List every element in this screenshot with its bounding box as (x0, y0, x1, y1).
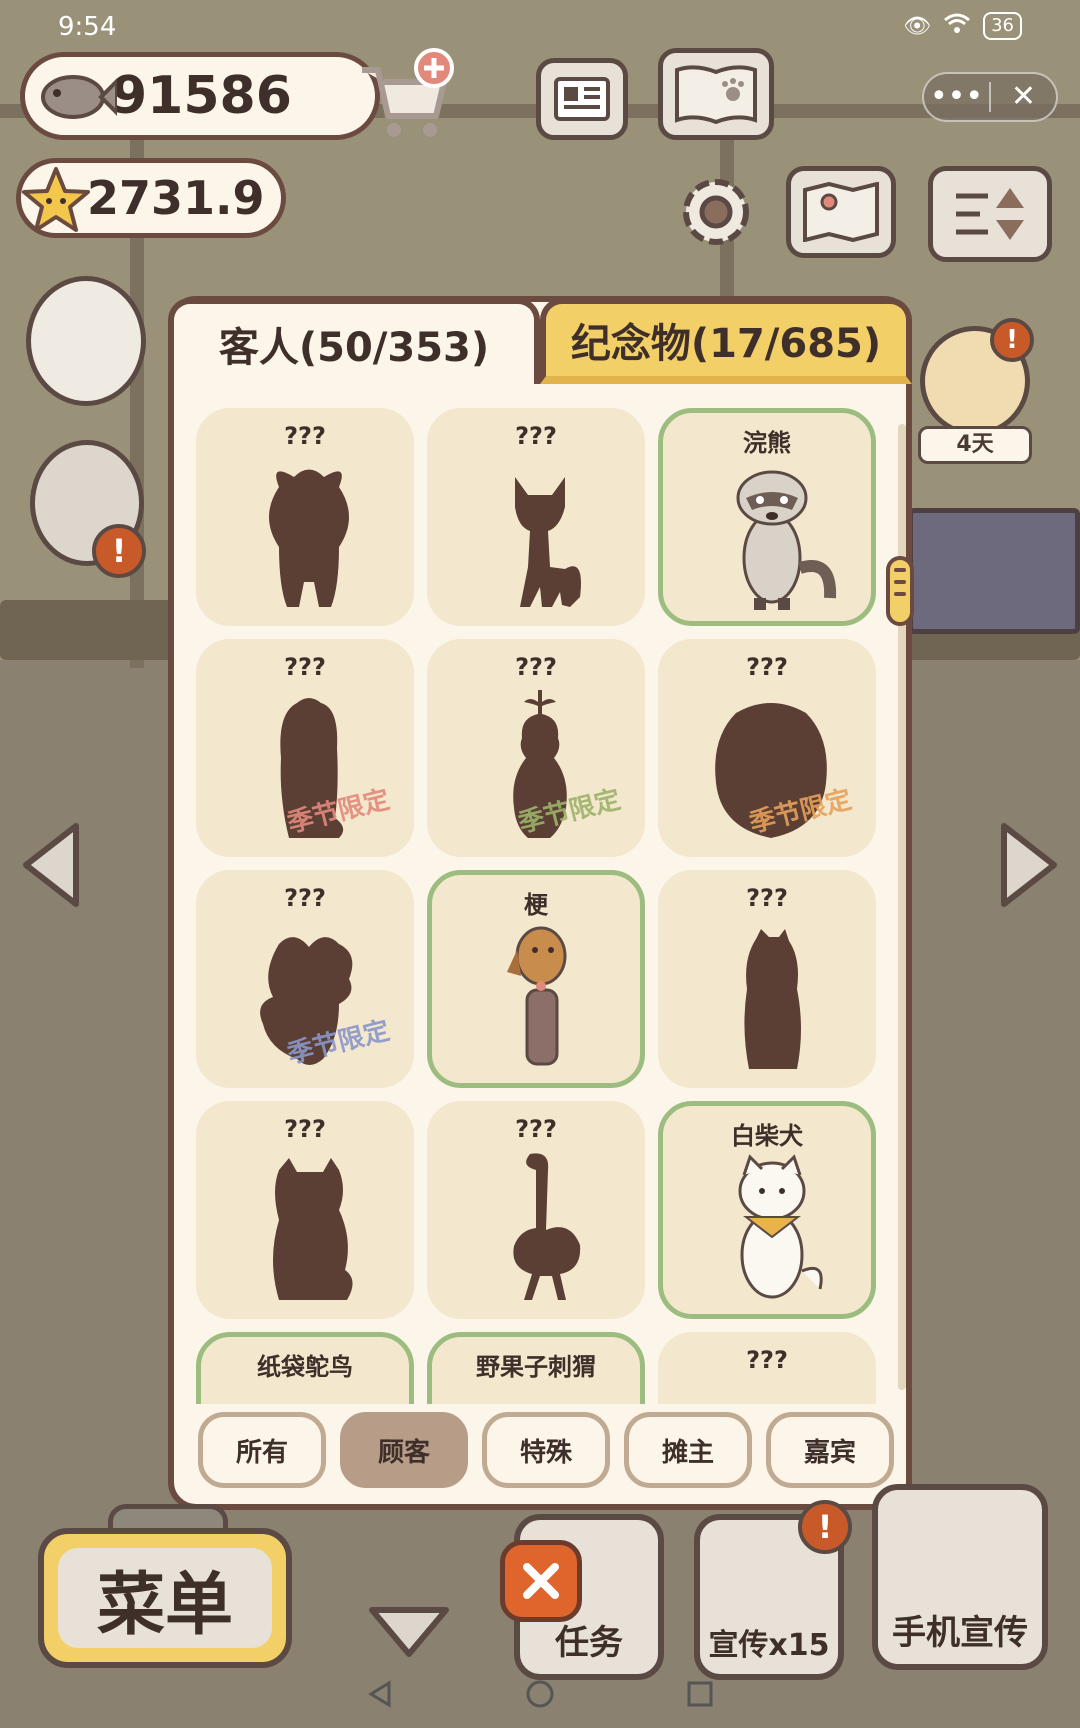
customer-timer: 4天 (918, 426, 1032, 464)
guest-card[interactable]: 梗 (427, 870, 645, 1088)
map-icon (803, 182, 879, 242)
fish-icon (41, 75, 117, 119)
next-page-arrow[interactable] (996, 820, 1062, 910)
tasks-label: 任务 (555, 1623, 623, 1663)
guest-grid-viewport[interactable]: ?????? 浣熊??? 季节限定??? 季节限定??? 季节限定??? 季节限定梗???… (196, 406, 888, 1404)
guest-grid: ?????? 浣熊??? 季节限定??? 季节限定??? 季节限定??? 季节限定梗???… (196, 408, 888, 1404)
star-icon (22, 167, 90, 232)
guest-silhouette (273, 1158, 353, 1300)
guest-name: ??? (746, 1346, 788, 1374)
phone-promo-label: 手机宣传 (892, 1613, 1028, 1653)
previous-page-arrow[interactable] (18, 820, 84, 910)
guest-name: 野果子刺猬 (476, 1353, 596, 1381)
star-count: 2731.9 (87, 171, 265, 225)
guest-name: 梗 (524, 891, 548, 919)
newspaper-icon (554, 77, 610, 121)
guest-name: 纸袋鸵鸟 (257, 1353, 353, 1381)
filter-button[interactable]: 顾客 (340, 1412, 468, 1488)
guest-card[interactable]: ??? (658, 1332, 876, 1404)
status-icons: 👁 36 (903, 12, 1022, 40)
close-x-icon (523, 1563, 559, 1599)
paw-book-button[interactable] (658, 48, 774, 140)
guest-silhouette (513, 1153, 581, 1300)
guest-silhouette (515, 477, 581, 607)
guest-card[interactable]: ??? 季节限定 (196, 870, 414, 1088)
close-icon[interactable]: ✕ (991, 74, 1056, 120)
filter-bar: 所有 顾客 特殊 摊主 嘉宾 (198, 1412, 894, 1488)
fish-currency-bar: 91586 (20, 52, 380, 140)
star-currency-bar: 2731.9 (16, 158, 286, 238)
filter-button[interactable]: 摊主 (624, 1412, 752, 1488)
guest-silhouette (269, 469, 349, 607)
battery-indicator: 36 (983, 12, 1022, 40)
guest-name: ??? (515, 422, 557, 450)
filter-button[interactable]: 嘉宾 (766, 1412, 894, 1488)
fish-count: 91586 (111, 66, 292, 126)
shop-cart-button[interactable] (356, 46, 456, 146)
cat-staff-avatar[interactable] (26, 276, 146, 406)
guest-card[interactable]: ??? (427, 1101, 645, 1319)
guest-name: 浣熊 (743, 429, 791, 457)
guest-portrait (738, 1154, 823, 1299)
guest-portrait (507, 926, 567, 1066)
filter-button[interactable]: 所有 (198, 1412, 326, 1488)
guest-silhouette (744, 929, 801, 1069)
guest-portrait (471, 1381, 611, 1404)
guest-card[interactable]: 纸袋鸵鸟 (196, 1332, 414, 1404)
guest-name: ??? (284, 884, 326, 912)
mini-program-menu: ••• ✕ (922, 72, 1058, 122)
guest-card[interactable]: ??? 季节限定 (196, 639, 414, 857)
guest-silhouette (701, 1380, 841, 1404)
system-navigation-bar (0, 1660, 1080, 1728)
promo-alert-icon: ! (798, 1500, 852, 1554)
guest-card[interactable]: ??? (427, 408, 645, 626)
guest-name: ??? (515, 1115, 557, 1143)
guest-card[interactable]: ??? (196, 1101, 414, 1319)
phone-promo-button[interactable]: 手机宣传 (872, 1484, 1048, 1670)
background-display-case (908, 508, 1080, 634)
tab-guests[interactable]: 客人(50/353) (168, 298, 540, 384)
newspaper-button[interactable] (536, 58, 628, 140)
guest-portrait (736, 470, 837, 610)
guest-name: ??? (284, 1115, 326, 1143)
sort-icon (956, 188, 1024, 240)
close-panel-button[interactable] (500, 1540, 582, 1622)
map-button[interactable] (786, 166, 896, 258)
home-icon[interactable] (525, 1679, 555, 1709)
promo-count-label: 宣传x15 (708, 1628, 830, 1663)
status-time: 9:54 (58, 12, 117, 42)
tab-souvenirs[interactable]: 纪念物(17/685) (540, 298, 912, 384)
guest-card[interactable]: ??? 季节限定 (427, 639, 645, 857)
settings-button[interactable] (670, 166, 762, 258)
eye-icon: 👁 (903, 13, 932, 39)
scrollbar-thumb[interactable] (886, 556, 914, 626)
recents-icon[interactable] (685, 1679, 715, 1709)
filter-button[interactable]: 特殊 (482, 1412, 610, 1488)
menu-button-label: 菜单 (58, 1548, 272, 1648)
chef-alert-icon: ! (92, 524, 146, 578)
back-icon[interactable] (365, 1679, 395, 1709)
paw-book-icon (675, 65, 757, 124)
guest-name: ??? (746, 653, 788, 681)
customer-alert-icon: ! (990, 318, 1034, 362)
guest-name: ??? (284, 422, 326, 450)
guest-name: ??? (284, 653, 326, 681)
guest-card[interactable]: ??? (196, 408, 414, 626)
guest-card[interactable]: ??? 季节限定 (658, 639, 876, 857)
more-icon[interactable]: ••• (924, 74, 989, 120)
collapse-arrow-icon[interactable] (366, 1604, 452, 1660)
guest-card[interactable]: 白柴犬 (658, 1101, 876, 1319)
gear-icon (683, 179, 749, 245)
guest-card[interactable]: 野果子刺猬 (427, 1332, 645, 1404)
status-bar: 9:54 👁 36 (0, 0, 1080, 56)
guest-portrait (240, 1381, 380, 1404)
guest-name: ??? (515, 653, 557, 681)
sort-button[interactable] (928, 166, 1052, 262)
guest-name: ??? (746, 884, 788, 912)
wifi-icon (943, 12, 971, 40)
guest-card[interactable]: 浣熊 (658, 408, 876, 626)
guest-card[interactable]: ??? (658, 870, 876, 1088)
menu-button[interactable]: 菜单 (38, 1528, 292, 1668)
guest-name: 白柴犬 (731, 1122, 803, 1150)
